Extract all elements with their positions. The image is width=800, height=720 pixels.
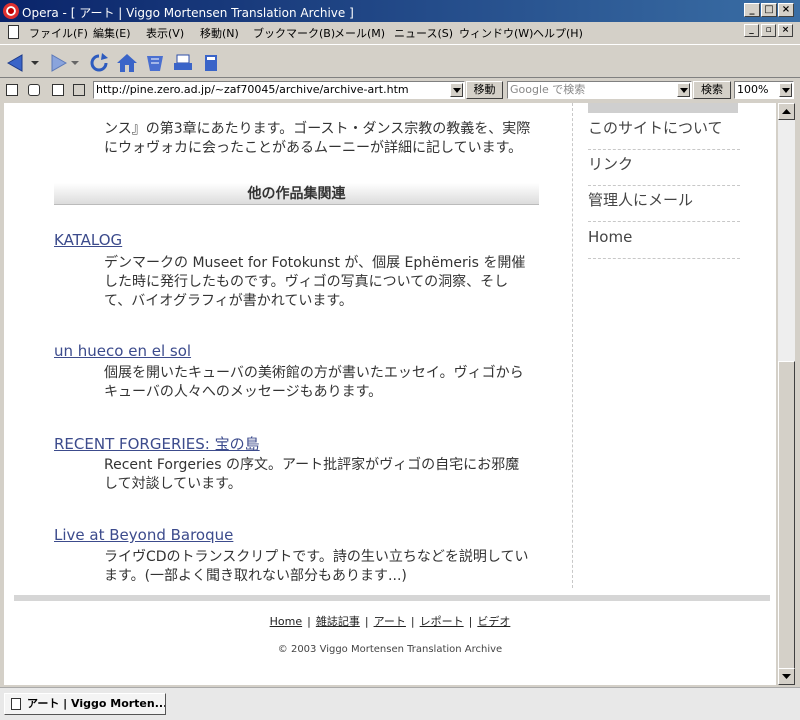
new-page-icon[interactable] bbox=[200, 53, 222, 73]
section-title: 他の作品集関連 bbox=[54, 183, 539, 205]
menu-window[interactable]: ウィンドウ(W) bbox=[459, 25, 533, 41]
intro-line-2: にウォヴォカに会ったことがあるムーニーが詳細に記しています。 bbox=[104, 140, 523, 156]
mdi-minimize-button[interactable]: _ bbox=[744, 24, 759, 37]
work-desc-live: ライヴCDのトランスクリプトです。詩の生い立ちなどを説明しています。(一部よく聞… bbox=[104, 549, 529, 584]
sidebar-link-mail[interactable]: 管理人にメール bbox=[588, 187, 740, 222]
work-link-live[interactable]: Live at Beyond Baroque bbox=[54, 526, 233, 544]
window-tab-bar: アート | Viggo Morten... bbox=[0, 687, 800, 720]
print-small-icon[interactable] bbox=[73, 84, 85, 96]
security-icon[interactable] bbox=[6, 84, 18, 96]
forward-icon[interactable] bbox=[46, 53, 68, 73]
close-button[interactable]: × bbox=[778, 3, 794, 17]
window-title: Opera - [ アート | Viggo Mortensen Translat… bbox=[22, 6, 354, 20]
reload-icon[interactable] bbox=[88, 53, 110, 73]
scroll-down-arrow-icon[interactable] bbox=[778, 668, 795, 685]
zoom-select[interactable]: 100% bbox=[734, 81, 794, 99]
menu-view[interactable]: 表示(V) bbox=[146, 25, 184, 41]
minimize-button[interactable]: _ bbox=[744, 3, 760, 17]
address-bar: http://pine.zero.ad.jp/~zaf70045/archive… bbox=[0, 79, 800, 101]
footer-separator: | bbox=[410, 615, 415, 628]
menu-navigate[interactable]: 移動(N) bbox=[200, 25, 239, 41]
search-input[interactable]: Google で検索 bbox=[507, 81, 692, 99]
url-text: http://pine.zero.ad.jp/~zaf70045/archive… bbox=[96, 83, 409, 96]
sidebar-link-home[interactable]: Home bbox=[588, 224, 740, 259]
menu-help[interactable]: ヘルプ(H) bbox=[533, 25, 583, 41]
home-icon[interactable] bbox=[116, 53, 138, 73]
document-icon bbox=[8, 25, 19, 39]
page-info-icon[interactable] bbox=[52, 84, 64, 96]
footer-link-video[interactable]: ビデオ bbox=[477, 615, 510, 628]
intro-line-1: ンス』の第3章にあたります。ゴースト・ダンス宗教の教義を、実際 bbox=[104, 121, 531, 137]
work-desc-forgeries: Recent Forgeries の序文。アート批評家がヴィゴの自宅にお邪魔して… bbox=[104, 457, 520, 492]
work-desc-hueco: 個展を開いたキューバの美術館の方が書いたエッセイ。ヴィゴからキューバの人々へのメ… bbox=[104, 365, 524, 400]
sidebar-link-about[interactable]: このサイトについて bbox=[588, 115, 740, 150]
zoom-dropdown-icon[interactable] bbox=[779, 83, 792, 97]
work-link-katalog[interactable]: KATALOG bbox=[54, 231, 122, 249]
window-tab[interactable]: アート | Viggo Morten... bbox=[4, 693, 166, 715]
url-input[interactable]: http://pine.zero.ad.jp/~zaf70045/archive… bbox=[93, 81, 465, 99]
scrollbar-thumb[interactable] bbox=[778, 361, 795, 669]
work-desc-katalog: デンマークの Museet for Fotokunst が、個展 Ephëmer… bbox=[104, 255, 526, 309]
go-button[interactable]: 移動 bbox=[466, 81, 503, 99]
vertical-scrollbar[interactable] bbox=[778, 103, 795, 685]
menu-news[interactable]: ニュース(S) bbox=[394, 25, 453, 41]
search-placeholder: Google で検索 bbox=[510, 83, 586, 96]
footer-link-report[interactable]: レポート bbox=[420, 615, 464, 628]
search-button[interactable]: 検索 bbox=[693, 81, 731, 99]
footer-divider bbox=[14, 595, 770, 601]
mdi-close-button[interactable]: × bbox=[778, 24, 793, 37]
work-link-forgeries[interactable]: RECENT FORGERIES: 宝の島 bbox=[54, 433, 260, 454]
copyright-text: © 2003 Viggo Mortensen Translation Archi… bbox=[277, 644, 503, 655]
menu-bookmarks[interactable]: ブックマーク(B) bbox=[253, 25, 335, 41]
page-icon bbox=[11, 698, 21, 710]
menu-file[interactable]: ファイル(F) bbox=[29, 25, 88, 41]
footer-separator: | bbox=[364, 615, 369, 628]
maximize-button[interactable]: □ bbox=[761, 3, 777, 17]
mdi-restore-button[interactable]: ▫ bbox=[761, 24, 776, 37]
page-viewport: ンス』の第3章にあたります。ゴースト・ダンス宗教の教義を、実際 にウォヴォカに会… bbox=[4, 103, 776, 685]
hotlist-icon[interactable] bbox=[144, 53, 166, 73]
camera-icon[interactable] bbox=[28, 84, 40, 96]
scroll-up-arrow-icon[interactable] bbox=[778, 103, 795, 120]
back-dropdown-icon[interactable] bbox=[30, 53, 40, 73]
zoom-value: 100% bbox=[737, 83, 769, 96]
footer-link-magazine[interactable]: 雑誌記事 bbox=[316, 615, 360, 628]
back-icon[interactable] bbox=[6, 53, 28, 73]
opera-icon[interactable] bbox=[3, 3, 19, 19]
menu-bar: ファイル(F) 編集(E) 表示(V) 移動(N) ブックマーク(B) メール(… bbox=[0, 22, 800, 42]
title-bar: Opera - [ アート | Viggo Mortensen Translat… bbox=[0, 0, 800, 22]
footer-nav: Home | 雑誌記事 | アート | レポート | ビデオ bbox=[4, 613, 776, 629]
footer-link-art[interactable]: アート bbox=[374, 615, 406, 628]
column-divider bbox=[572, 103, 573, 588]
intro-paragraph: ンス』の第3章にあたります。ゴースト・ダンス宗教の教義を、実際 にウォヴォカに会… bbox=[104, 120, 564, 158]
footer-link-home[interactable]: Home bbox=[270, 615, 302, 628]
sidebar-header bbox=[588, 103, 738, 113]
footer-separator: | bbox=[307, 615, 311, 628]
forward-dropdown-icon[interactable] bbox=[70, 53, 80, 73]
menu-edit[interactable]: 編集(E) bbox=[93, 25, 131, 41]
print-icon[interactable] bbox=[172, 53, 194, 73]
window-tab-label: アート | Viggo Morten... bbox=[27, 697, 166, 710]
menu-mail[interactable]: メール(M) bbox=[334, 25, 385, 41]
search-dropdown-icon[interactable] bbox=[677, 83, 690, 97]
work-link-hueco[interactable]: un hueco en el sol bbox=[54, 342, 191, 360]
toolbar bbox=[0, 44, 800, 78]
footer-separator: | bbox=[468, 615, 473, 628]
sidebar-link-links[interactable]: リンク bbox=[588, 151, 740, 186]
url-dropdown-icon[interactable] bbox=[450, 83, 463, 97]
